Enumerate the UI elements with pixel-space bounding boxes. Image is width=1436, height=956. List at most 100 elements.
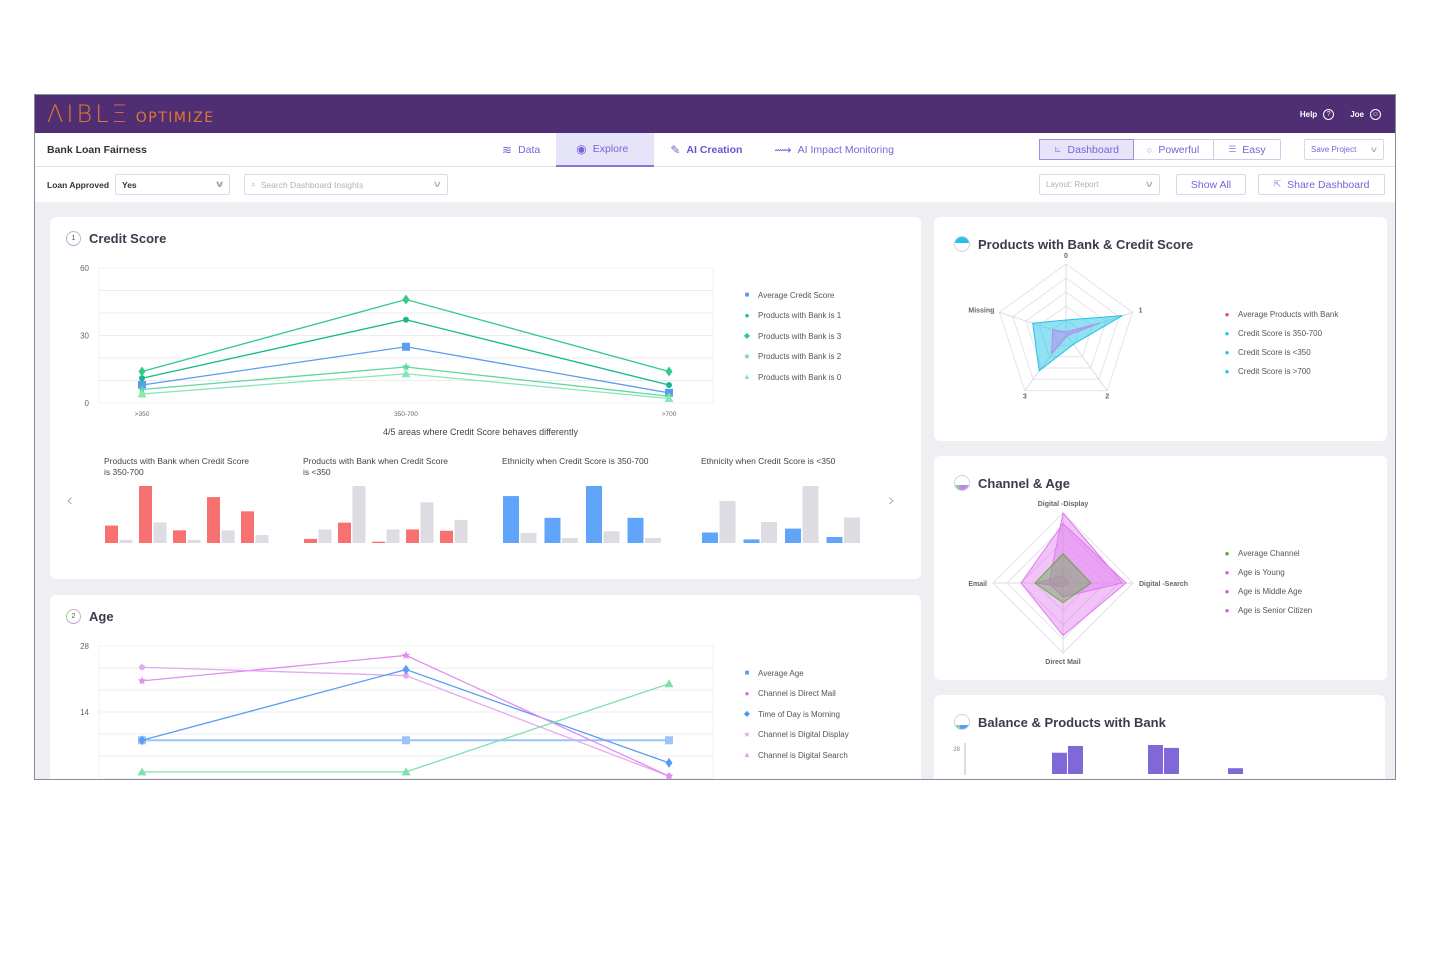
user-menu[interactable]: Joe ☺ [1350,108,1381,120]
radar-axis-label: Digital -Display [1038,501,1089,508]
mini-bar-chart[interactable] [701,473,871,543]
legend-item[interactable]: ◆ Time of Day is Morning [743,704,849,725]
search-icon: ⌕ [251,179,256,189]
mini-bar-chart[interactable] [303,473,473,543]
bar [1164,747,1179,774]
data-point [666,382,672,388]
balance-bar-chart: 28 [953,743,1243,775]
data-point [402,342,410,351]
legend-item[interactable]: ● Age is Middle Age [1223,582,1312,601]
logo-mark: ΛIΒLΞ [47,100,130,128]
circle-marker-icon: ● [1224,605,1230,615]
legend-item[interactable]: ▲ Products with Bank is 0 [743,367,841,388]
legend-item[interactable]: ● Credit Score is 350-700 [1223,324,1338,343]
legend-item[interactable]: ● Age is Young [1223,563,1312,582]
diamond-marker-icon: ◆ [743,331,751,341]
legend-item[interactable]: ■ Average Credit Score [743,285,841,306]
bar-baseline [119,539,133,543]
mini-bar-chart[interactable] [502,473,672,543]
mini-chart-title: Ethnicity when Credit Score is 350-700 [502,456,649,466]
legend-item[interactable]: ▲ Channel is Digital Search [743,745,849,766]
tab-ai-impact-monitoring[interactable]: ⟿ AI Impact Monitoring [758,133,910,167]
legend-label: Time of Day is Morning [758,709,840,719]
legend-label: Products with Bank is 3 [758,331,842,341]
legend-item[interactable]: ● Average Channel [1223,544,1312,563]
bar [1052,752,1067,774]
bar-segment [702,532,718,543]
loan-approved-select[interactable]: Yes ∨ [115,174,230,195]
data-point [403,316,409,323]
legend-item[interactable]: ● Products with Bank is 1 [743,306,842,327]
bar-baseline [603,531,620,543]
show-all-button[interactable]: Show All [1176,174,1246,195]
loan-approved-label: Loan Approved [47,179,110,190]
credit-score-card: 1 Credit Score 0 30 60 >350 350-700 >700 ■ Ave… [50,217,921,579]
circle-icon: ○ [1146,144,1153,155]
triangle-marker-icon: ▲ [743,372,751,382]
layout-select[interactable]: Layout: Report ∨ [1039,174,1160,195]
database-icon: ≋ [502,143,513,157]
circle-marker-icon: ● [744,688,750,698]
logo[interactable]: ΛIΒLΞ OPTIMIZE [47,100,215,128]
save-project-dropdown[interactable]: Save Project ∨ [1304,139,1384,160]
radar-axis-label: Digital -Search [1139,581,1188,588]
products-credit-radar-chart: 0 1 2 3 Missing [968,253,1143,401]
diamond-marker-icon: ◆ [743,709,751,719]
star-marker-icon: ★ [743,351,751,361]
bar-segment [207,497,220,543]
x-tick-label: >700 [662,411,677,418]
bar-baseline [318,529,332,543]
mini-chart-title: Ethnicity when Credit Score is <350 [701,456,836,466]
legend-item[interactable]: ● Average Products with Bank [1223,305,1339,324]
bar [1148,745,1163,774]
legend-item[interactable]: ◆ Products with Bank is 3 [743,326,841,347]
share-dashboard-button[interactable]: ⇱ Share Dashboard [1258,174,1385,195]
legend-item[interactable]: ■ Average Age [743,663,849,684]
circle-marker-icon: ● [1224,567,1230,577]
search-placeholder: Search Dashboard Insights [260,179,364,190]
mode-easy[interactable]: ☰ Easy [1214,140,1279,159]
legend-item[interactable]: ● Channel is Direct Mail [743,684,849,705]
carousel-prev-arrow[interactable]: ‹ [66,490,73,511]
chevron-down-icon: ∨ [213,179,225,189]
legend-item[interactable]: ● Credit Score is >700 [1223,362,1338,381]
tab-explore[interactable]: ◉ Explore [556,133,655,167]
legend-label: Average Credit Score [758,290,835,300]
bar-segment [627,517,644,543]
circle-marker-icon: ● [1224,366,1230,376]
chevron-down-icon: ∨ [1369,145,1379,154]
legend-item[interactable]: ● Credit Score is <350 [1223,343,1338,362]
legend-label: Credit Score is 350-700 [1238,329,1323,338]
mode-dashboard[interactable]: ⊾ Dashboard [1039,139,1134,160]
series-line [142,683,670,773]
age-card: 2 Age 14 28 ■ Average Age ● Channel is Direc… [50,595,921,779]
y-tick-label: 60 [80,264,89,273]
x-tick-label: 350-700 [394,411,418,418]
bar-baseline [386,529,400,543]
legend-item[interactable]: ★ Products with Bank is 2 [743,347,841,368]
radar-series-area [1032,315,1123,372]
bar-baseline [454,519,468,543]
data-point [402,294,410,305]
mode-powerful[interactable]: ○ Powerful [1133,140,1215,159]
chevron-down-icon: ∨ [1144,179,1155,189]
star-marker-icon: ★ [743,729,751,739]
radar-axis-label: 1 [1139,307,1143,314]
bar-segment [743,539,760,543]
mode-powerful-label: Powerful [1158,143,1200,156]
tab-data-label: Data [518,144,541,156]
bar-baseline [187,539,201,543]
chart-icon: ⊾ [1054,144,1062,154]
legend-item[interactable]: ★ Channel is Digital Display [743,725,848,746]
bar-baseline [761,522,777,543]
legend-item[interactable]: ● Age is Senior Citizen [1223,601,1313,620]
data-point [138,366,146,377]
bar-segment [406,529,419,543]
help-button[interactable]: Help ? [1300,108,1335,120]
mini-bar-chart[interactable] [104,473,274,543]
tab-data[interactable]: ≋ Data [486,133,556,167]
search-insights-input[interactable]: ⌕ Search Dashboard Insights ∨ [244,174,448,195]
carousel-next-arrow[interactable]: › [888,490,895,511]
tab-ai-creation[interactable]: ✎ AI Creation [654,133,758,167]
bar-segment [304,538,317,543]
